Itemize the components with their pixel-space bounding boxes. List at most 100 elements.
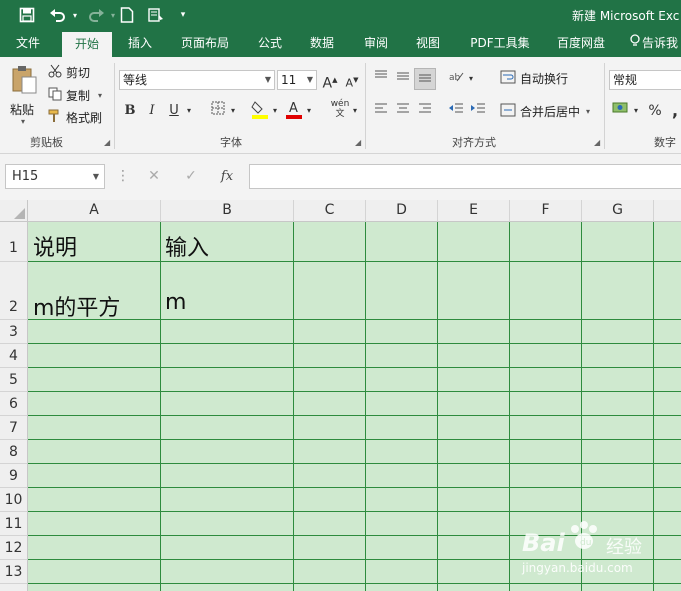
tab-insert[interactable]: 插入 bbox=[118, 30, 162, 57]
name-box[interactable]: H15 ▼ bbox=[5, 164, 105, 189]
shrink-font-label: A bbox=[345, 76, 354, 90]
row-header-4[interactable]: 4 bbox=[0, 344, 28, 368]
cut-button[interactable]: 剪切 bbox=[48, 64, 90, 81]
formula-bar-grip-icon[interactable]: ⋮ bbox=[116, 164, 130, 189]
row-header-12[interactable]: 12 bbox=[0, 536, 28, 560]
ribbon-separator bbox=[114, 63, 115, 149]
row-header-1[interactable]: 1 bbox=[0, 222, 28, 262]
scissors-icon bbox=[48, 64, 66, 81]
italic-button[interactable]: I bbox=[142, 101, 162, 121]
alignment-launcher-icon[interactable]: ◢ bbox=[594, 138, 600, 147]
borders-icon[interactable] bbox=[208, 101, 228, 121]
orientation-dropdown-icon[interactable]: ▾ bbox=[466, 69, 476, 89]
borders-dropdown-icon[interactable]: ▾ bbox=[228, 101, 238, 121]
underline-button[interactable]: U bbox=[164, 101, 184, 121]
shrink-font-button[interactable]: A▼ bbox=[342, 70, 362, 90]
wrap-text-icon bbox=[500, 70, 520, 87]
font-name-select[interactable]: 等线 ▼ bbox=[119, 70, 275, 90]
align-center-icon[interactable] bbox=[393, 101, 413, 121]
tab-formulas[interactable]: 公式 bbox=[248, 30, 292, 57]
enter-icon[interactable]: ✓ bbox=[180, 164, 202, 189]
tab-baidu-netdisk[interactable]: 百度网盘 bbox=[548, 30, 614, 57]
column-header-h[interactable] bbox=[654, 200, 681, 222]
fill-color-dropdown-icon[interactable]: ▾ bbox=[270, 101, 280, 121]
font-launcher-icon[interactable]: ◢ bbox=[355, 138, 361, 147]
tab-file[interactable]: 文件 bbox=[6, 30, 50, 57]
wrap-text-label: 自动换行 bbox=[520, 72, 569, 86]
clipboard-launcher-icon[interactable]: ◢ bbox=[104, 138, 110, 147]
grow-font-button[interactable]: A▲ bbox=[320, 70, 340, 92]
touch-mode-icon[interactable] bbox=[144, 0, 168, 30]
align-middle-icon[interactable] bbox=[393, 69, 413, 89]
decrease-indent-icon[interactable] bbox=[446, 101, 466, 121]
tab-page-layout[interactable]: 页面布局 bbox=[172, 30, 238, 57]
merge-center-label: 合并后居中 bbox=[520, 105, 581, 119]
tab-tell-me[interactable]: 告诉我 bbox=[630, 30, 681, 57]
select-all-corner[interactable] bbox=[0, 200, 28, 222]
row-header-13[interactable]: 13 bbox=[0, 560, 28, 584]
underline-dropdown-icon[interactable]: ▾ bbox=[184, 101, 194, 121]
column-header-c[interactable]: C bbox=[294, 200, 366, 222]
row-header-9[interactable]: 9 bbox=[0, 464, 28, 488]
row-header-2[interactable]: 2 bbox=[0, 262, 28, 320]
customize-qat-icon[interactable]: ▾ bbox=[176, 0, 190, 30]
align-bottom-icon[interactable] bbox=[414, 68, 436, 90]
redo-icon[interactable] bbox=[84, 0, 108, 30]
align-left-icon[interactable] bbox=[371, 101, 391, 121]
clipboard-group-label: 剪贴板 bbox=[30, 136, 63, 149]
orientation-icon[interactable]: ab bbox=[446, 69, 466, 89]
font-color-dropdown-icon[interactable]: ▾ bbox=[304, 101, 314, 121]
save-icon[interactable] bbox=[16, 0, 38, 30]
row-header-7[interactable]: 7 bbox=[0, 416, 28, 440]
cell-b2[interactable]: m bbox=[161, 290, 186, 315]
cancel-icon[interactable]: ✕ bbox=[143, 164, 165, 189]
fill-color-icon[interactable] bbox=[250, 99, 270, 119]
tab-home[interactable]: 开始 bbox=[62, 32, 112, 57]
new-file-icon[interactable] bbox=[117, 0, 137, 30]
cut-label: 剪切 bbox=[66, 66, 91, 80]
formula-input[interactable] bbox=[249, 164, 681, 189]
increase-indent-icon[interactable] bbox=[468, 101, 488, 121]
phonetic-guide-button[interactable]: wén 文 bbox=[328, 99, 352, 119]
column-header-b[interactable]: B bbox=[161, 200, 294, 222]
row-header-11[interactable]: 11 bbox=[0, 512, 28, 536]
currency-dropdown-icon[interactable]: ▾ bbox=[631, 101, 641, 121]
column-header-f[interactable]: F bbox=[510, 200, 582, 222]
comma-button[interactable]: , bbox=[665, 101, 681, 121]
row-header-5[interactable]: 5 bbox=[0, 368, 28, 392]
align-top-icon[interactable] bbox=[371, 69, 391, 89]
tab-data[interactable]: 数据 bbox=[300, 30, 344, 57]
bold-button[interactable]: B bbox=[120, 101, 140, 121]
copy-button[interactable]: 复制 ▾ bbox=[48, 87, 102, 104]
font-color-icon[interactable]: A bbox=[284, 99, 304, 119]
cell-a2[interactable]: m的平方 bbox=[29, 290, 120, 322]
column-header-d[interactable]: D bbox=[366, 200, 438, 222]
tab-view[interactable]: 视图 bbox=[406, 30, 450, 57]
format-painter-button[interactable]: 格式刷 bbox=[48, 109, 102, 126]
wrap-text-button[interactable]: 自动换行 bbox=[500, 70, 568, 87]
cell-a1[interactable]: 说明 bbox=[29, 230, 77, 262]
align-right-icon[interactable] bbox=[415, 101, 435, 121]
column-header-a[interactable]: A bbox=[28, 200, 161, 222]
row-header-8[interactable]: 8 bbox=[0, 440, 28, 464]
percent-button[interactable]: % bbox=[645, 101, 665, 121]
insert-function-icon[interactable]: fx bbox=[216, 164, 238, 189]
merge-center-button[interactable]: 合并后居中 ▾ bbox=[500, 103, 590, 120]
tab-pdf-tools[interactable]: PDF工具集 bbox=[462, 30, 538, 57]
row-header-3[interactable]: 3 bbox=[0, 320, 28, 344]
tab-review[interactable]: 审阅 bbox=[354, 30, 398, 57]
font-size-select[interactable]: 11 ▼ bbox=[277, 70, 317, 90]
phonetic-dropdown-icon[interactable]: ▾ bbox=[350, 101, 360, 121]
undo-icon[interactable] bbox=[46, 0, 70, 30]
cell-b1[interactable]: 输入 bbox=[161, 230, 209, 262]
row-header-10[interactable]: 10 bbox=[0, 488, 28, 512]
number-format-select[interactable]: 常规 bbox=[609, 70, 681, 90]
paste-button[interactable]: 粘贴 ▾ bbox=[6, 63, 42, 126]
column-header-e[interactable]: E bbox=[438, 200, 510, 222]
column-header-g[interactable]: G bbox=[582, 200, 654, 222]
chevron-down-icon: ▼ bbox=[306, 75, 313, 84]
row-header-6[interactable]: 6 bbox=[0, 392, 28, 416]
currency-icon[interactable] bbox=[611, 101, 631, 121]
undo-dropdown-icon[interactable]: ▾ bbox=[70, 0, 80, 30]
row-header-14[interactable] bbox=[0, 584, 28, 591]
